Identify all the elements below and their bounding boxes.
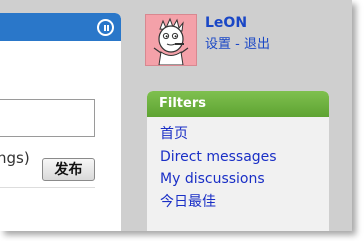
avatar-illustration <box>146 15 196 65</box>
filter-list: 首页 Direct messages My discussions 今日最佳 <box>147 117 329 213</box>
logout-link[interactable]: 退出 <box>244 37 270 52</box>
status-input[interactable] <box>0 99 95 137</box>
publish-button[interactable]: 发布 <box>42 158 95 181</box>
user-links: 设置 - 退出 <box>205 36 270 54</box>
pause-bar-left <box>103 24 106 31</box>
avatar[interactable] <box>145 14 197 66</box>
divider <box>0 187 95 188</box>
composer-hint-text: ngs) <box>0 149 30 167</box>
filters-title: Filters <box>147 91 329 117</box>
pause-circle-icon[interactable] <box>97 19 114 36</box>
filter-item-my-discussions[interactable]: My discussions <box>160 168 329 191</box>
filter-item-home[interactable]: 首页 <box>160 123 329 146</box>
username-link[interactable]: LeON <box>205 14 247 32</box>
filters-panel: Filters 首页 Direct messages My discussion… <box>147 91 329 231</box>
main-panel: ngs) 发布 <box>0 13 121 231</box>
pause-bar-right <box>107 24 109 31</box>
filter-item-direct-messages[interactable]: Direct messages <box>160 146 329 169</box>
filter-item-today-best[interactable]: 今日最佳 <box>160 191 329 214</box>
app-window: ngs) 发布 LeON 设置 - 退出 Filters 首页 Direct m… <box>0 0 352 231</box>
panel-header <box>0 13 121 41</box>
settings-link[interactable]: 设置 <box>205 37 231 52</box>
link-separator: - <box>235 37 244 52</box>
